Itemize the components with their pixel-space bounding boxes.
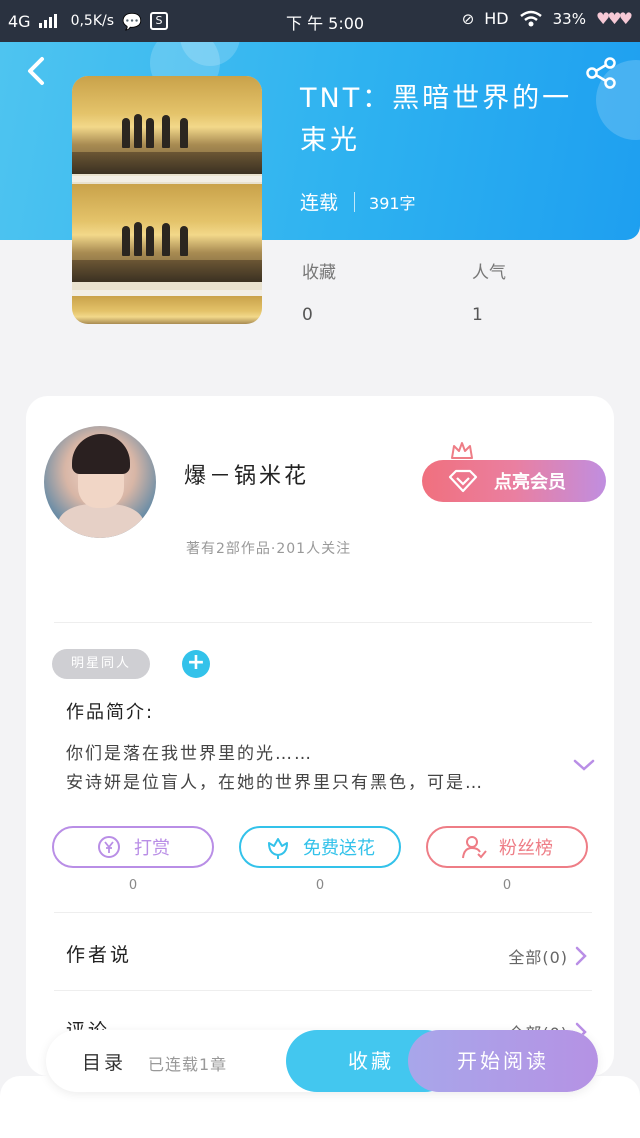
chevron-down-icon[interactable] bbox=[572, 756, 596, 774]
author-avatar[interactable] bbox=[44, 426, 156, 538]
heart-decoration-icon: ♥♥♥ bbox=[595, 9, 633, 28]
bottom-action-bar: 目录 已连载1章 收藏 开始阅读 bbox=[46, 1030, 598, 1092]
popularity-stat: 人气 1 bbox=[472, 258, 506, 325]
favorites-value: 0 bbox=[302, 305, 313, 325]
diamond-icon bbox=[448, 469, 478, 493]
s-app-icon: S bbox=[149, 12, 168, 30]
divider bbox=[54, 990, 592, 991]
battery-level: 33% bbox=[552, 9, 586, 28]
cover-image-panel bbox=[72, 296, 262, 324]
cover-image-panel bbox=[72, 76, 262, 174]
cover-image-panel bbox=[72, 184, 262, 282]
author-says-title: 作者说 bbox=[66, 944, 133, 966]
chevron-right-icon bbox=[575, 946, 587, 966]
network-type: 4G bbox=[8, 11, 31, 31]
status-bar: 4G 0,5K/s 💬 S 下 午 5:00 ⊘ HD 33% ♥♥♥ bbox=[0, 0, 640, 42]
popularity-label: 人气 bbox=[472, 263, 506, 283]
flower-count: 0 bbox=[315, 878, 325, 893]
share-icon[interactable] bbox=[584, 56, 618, 90]
start-reading-button[interactable]: 开始阅读 bbox=[408, 1030, 598, 1092]
wifi-icon bbox=[519, 10, 542, 26]
coin-icon bbox=[98, 836, 120, 858]
book-cover[interactable] bbox=[72, 76, 262, 324]
network-speed: 0,5K/s bbox=[70, 13, 115, 29]
book-detail-card: 爆－锅米花 著有2部作品·201人关注 点亮会员 明星同人 + 作品简介: 你们… bbox=[26, 396, 614, 1076]
hd-indicator: HD bbox=[484, 9, 509, 28]
fan-count: 0 bbox=[502, 878, 512, 893]
intro-line-1: 你们是落在我世界里的光…… bbox=[66, 744, 313, 764]
mute-icon: ⊘ bbox=[461, 9, 475, 28]
intro-line-2: 安诗妍是位盲人，在她的世界里只有黑色，可是… bbox=[66, 773, 484, 793]
crown-icon bbox=[451, 442, 473, 459]
author-name[interactable]: 爆－锅米花 bbox=[184, 458, 309, 490]
flower-icon bbox=[268, 838, 288, 859]
fan-ranking-label: 粉丝榜 bbox=[499, 838, 553, 859]
send-flower-label: 免费送花 bbox=[303, 838, 375, 859]
genre-tag[interactable]: 明星同人 bbox=[52, 649, 150, 679]
intro-title: 作品简介: bbox=[66, 702, 155, 723]
divider bbox=[54, 622, 592, 623]
book-title: TNT：黑暗世界的一束光 bbox=[300, 83, 573, 156]
signal-icon bbox=[38, 14, 57, 28]
tip-button[interactable]: 打赏 bbox=[52, 826, 214, 868]
favorites-stat: 收藏 0 bbox=[302, 258, 336, 325]
add-tag-button[interactable]: + bbox=[182, 650, 210, 678]
fan-ranking-button[interactable]: 粉丝榜 bbox=[426, 826, 588, 868]
user-icon bbox=[462, 836, 487, 859]
vip-membership-button[interactable]: 点亮会员 bbox=[422, 460, 606, 502]
wechat-icon: 💬 bbox=[122, 11, 142, 31]
book-status: 连载 bbox=[300, 192, 339, 214]
clock: 下 午 5:00 bbox=[286, 14, 365, 33]
vip-button-label: 点亮会员 bbox=[494, 472, 566, 493]
divider bbox=[54, 912, 592, 913]
popularity-value: 1 bbox=[472, 305, 483, 325]
author-says-more-label: 全部(0) bbox=[508, 948, 568, 967]
meta-divider bbox=[354, 191, 356, 212]
author-says-more[interactable]: 全部(0) bbox=[508, 944, 588, 968]
tip-label: 打赏 bbox=[134, 838, 170, 859]
author-meta: 著有2部作品·201人关注 bbox=[186, 541, 352, 557]
back-arrow-icon[interactable] bbox=[22, 54, 52, 88]
toc-button[interactable]: 目录 bbox=[82, 1048, 126, 1075]
chapter-count: 已连载1章 bbox=[148, 1055, 228, 1074]
favorites-label: 收藏 bbox=[302, 263, 336, 283]
tip-count: 0 bbox=[128, 878, 138, 893]
word-count: 391字 bbox=[369, 193, 416, 213]
send-flower-button[interactable]: 免费送花 bbox=[239, 826, 401, 868]
book-meta: 连载 391字 bbox=[300, 188, 416, 215]
